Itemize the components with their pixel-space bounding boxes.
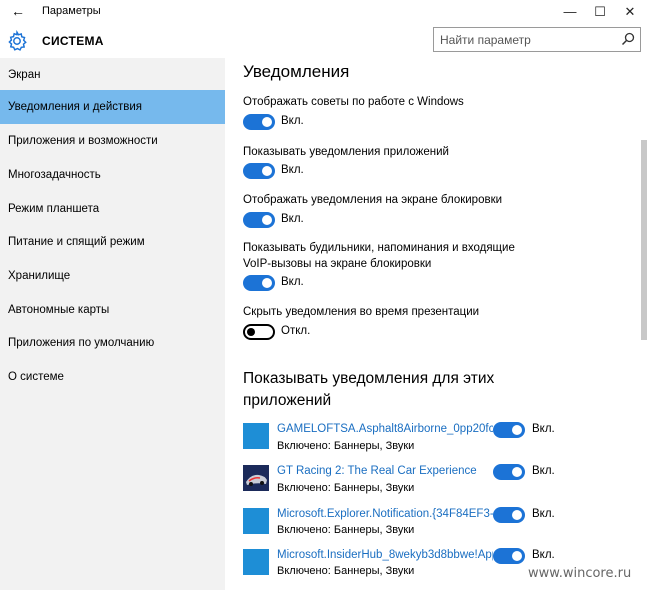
blue-square-icon — [243, 508, 269, 534]
toggle-state: Откл. — [281, 325, 311, 337]
toggle-switch[interactable] — [243, 163, 275, 179]
search-input[interactable]: Найти параметр — [433, 27, 641, 52]
setting-label: Показывать уведомления приложений — [243, 146, 449, 158]
app-status: Включено: Баннеры, Звуки — [277, 440, 415, 452]
sidebar-item-storage[interactable]: Хранилище — [0, 259, 225, 293]
toggle-switch[interactable] — [243, 275, 275, 291]
blue-square-icon — [243, 549, 269, 575]
gear-icon — [8, 30, 27, 51]
toggle-state: Вкл. — [281, 164, 304, 176]
toggle-knob — [262, 278, 272, 288]
setting-label: Отображать советы по работе с Windows — [243, 96, 464, 108]
toggle-state: Вкл. — [532, 465, 555, 477]
apps-heading: Показывать уведомления для этих приложен… — [243, 370, 495, 409]
toggle-knob — [512, 510, 522, 520]
sidebar-item-apps[interactable]: Приложения и возможности — [0, 124, 225, 158]
gt-racing-icon — [243, 465, 269, 491]
toggle-state: Вкл. — [281, 276, 304, 288]
sidebar-item-default-apps[interactable]: Приложения по умолчанию — [0, 326, 225, 360]
toggle-switch[interactable] — [493, 422, 525, 438]
toggle-state: Вкл. — [532, 508, 555, 520]
sidebar: Экран Уведомления и действия Приложения … — [0, 58, 225, 590]
toggle-switch[interactable] — [243, 114, 275, 130]
watermark: www.wincore.ru — [528, 566, 632, 581]
app-name[interactable]: Microsoft.Explorer.Notification.{34F84EF… — [277, 508, 493, 520]
maximize-button[interactable]: ☐ — [585, 2, 615, 22]
back-arrow-icon[interactable]: ← — [10, 3, 26, 19]
toggle-knob — [262, 166, 272, 176]
app-name[interactable]: GAMELOFTSA.Asphalt8Airborne_0pp20fcewvvt… — [277, 423, 493, 435]
toggle-state: Вкл. — [532, 423, 555, 435]
close-button[interactable]: ✕ — [615, 2, 645, 22]
toggle-state: Вкл. — [532, 549, 555, 561]
sidebar-item-power[interactable]: Питание и спящий режим — [0, 225, 225, 259]
toggle-knob — [512, 467, 522, 477]
sidebar-item-notifications[interactable]: Уведомления и действия — [0, 90, 225, 124]
app-status: Включено: Баннеры, Звуки — [277, 482, 415, 494]
toggle-knob — [262, 117, 272, 127]
app-name[interactable]: Microsoft.InsiderHub_8wekyb3d8bbwe!App — [277, 549, 493, 561]
toggle-switch[interactable] — [243, 212, 275, 228]
sidebar-item-about[interactable]: О системе — [0, 360, 225, 394]
toggle-knob — [262, 215, 272, 225]
toggle-knob — [512, 551, 522, 561]
toggle-switch[interactable] — [493, 507, 525, 523]
toggle-switch[interactable] — [493, 464, 525, 480]
app-status: Включено: Баннеры, Звуки — [277, 565, 415, 577]
title-bar: ← Параметры — ☐ ✕ — [0, 0, 650, 24]
sidebar-item-display[interactable]: Экран — [0, 58, 225, 92]
minimize-button[interactable]: — — [555, 2, 585, 22]
scrollbar[interactable] — [641, 140, 647, 340]
window-title: Параметры — [42, 5, 101, 17]
notifications-heading: Уведомления — [243, 62, 350, 81]
setting-label: Скрыть уведомления во время презентации — [243, 306, 480, 318]
app-name[interactable]: GT Racing 2: The Real Car Experience — [277, 465, 493, 477]
content-pane: Уведомления Отображать советы по работе … — [225, 58, 650, 590]
toggle-knob — [512, 425, 522, 435]
toggle-switch[interactable] — [243, 324, 275, 340]
setting-label: Отображать уведомления на экране блокиро… — [243, 194, 503, 206]
toggle-switch[interactable] — [493, 548, 525, 564]
search-icon[interactable] — [620, 31, 636, 47]
setting-label: Показывать будильники, напоминания и вхо… — [243, 242, 515, 270]
section-title: СИСТЕМА — [42, 34, 104, 48]
sidebar-item-tablet-mode[interactable]: Режим планшета — [0, 192, 225, 226]
sidebar-item-multitasking[interactable]: Многозадачность — [0, 158, 225, 192]
search-placeholder: Найти параметр — [440, 33, 531, 47]
toggle-state: Вкл. — [281, 115, 304, 127]
sidebar-item-offline-maps[interactable]: Автономные карты — [0, 293, 225, 327]
app-status: Включено: Баннеры, Звуки — [277, 524, 415, 536]
header: СИСТЕМА Найти параметр — [0, 24, 650, 58]
toggle-state: Вкл. — [281, 213, 304, 225]
blue-square-icon — [243, 423, 269, 449]
toggle-knob — [247, 328, 255, 336]
